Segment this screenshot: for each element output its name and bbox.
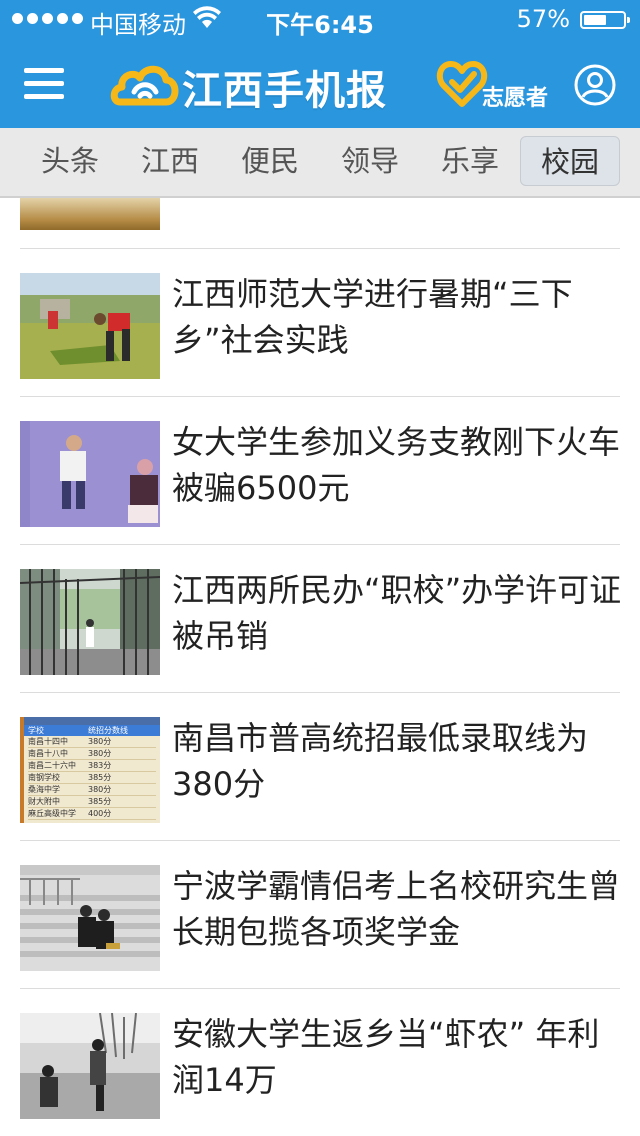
score-table-school: 财大附中 [28, 797, 60, 806]
score-table-score: 383分 [88, 761, 112, 770]
news-list: 江西师范大学进行暑期“三下乡”社会实践 女大学生参加义务支教刚下火车被骗6500… [0, 198, 640, 1136]
score-table-school: 南昌十八中 [28, 749, 68, 758]
score-table-score: 380分 [88, 749, 112, 758]
score-table-row: 财大附中 385分 [28, 796, 156, 808]
category-tabs: 头条 江西 便民 领导 乐享 校园 [0, 128, 640, 198]
news-item[interactable]: 安徽大学生返乡当“虾农” 年利润14万 [0, 989, 640, 1136]
tab-campus[interactable]: 校园 [520, 136, 620, 186]
news-item[interactable]: 江西两所民办“职校”办学许可证被吊销 [0, 545, 640, 693]
status-bar: 中国移动 下午6:45 57% [0, 0, 640, 40]
news-title: 江西两所民办“职校”办学许可证被吊销 [172, 571, 622, 655]
news-title: 安徽大学生返乡当“虾农” 年利润14万 [172, 1015, 600, 1099]
news-title: 女大学生参加义务支教刚下火车被骗6500元 [172, 423, 621, 507]
score-table-header-school: 学校 [28, 726, 44, 735]
score-table-row: 麻丘高级中学 400分 [28, 808, 156, 820]
volunteer-heart-icon [436, 61, 488, 107]
score-table-row: 南昌二十六中 383分 [28, 760, 156, 772]
score-table-row: 桑海中学 380分 [28, 784, 156, 796]
app-header: 江西手机报 志愿者 [0, 40, 640, 128]
news-thumbnail[interactable] [20, 198, 160, 230]
logo-icon [110, 65, 179, 106]
score-table-school: 南钢学校 [28, 773, 60, 782]
tab-leaders[interactable]: 领导 [320, 136, 420, 186]
score-table-score: 385分 [88, 797, 112, 806]
app-logo: 江西手机报 [110, 54, 410, 114]
news-item[interactable]: 女大学生参加义务支教刚下火车被骗6500元 [0, 397, 640, 545]
news-item[interactable]: 江西师范大学进行暑期“三下乡”社会实践 [0, 249, 640, 397]
score-table-school: 南昌二十六中 [28, 761, 76, 770]
score-table-score: 385分 [88, 773, 112, 782]
menu-icon[interactable] [24, 68, 64, 100]
score-table-score: 380分 [88, 737, 112, 746]
score-table-score: 380分 [88, 785, 112, 794]
score-table-school: 麻丘高级中学 [28, 809, 76, 818]
news-thumbnail [20, 1013, 160, 1119]
news-title: 江西师范大学进行暑期“三下乡”社会实践 [172, 275, 573, 359]
score-table-row: 南昌十八中 380分 [28, 748, 156, 760]
news-thumbnail [20, 865, 160, 971]
score-table-header-score: 统招分数线 [88, 726, 128, 735]
news-thumbnail: 学校 统招分数线 南昌十四中 380分 南昌十八中 380分 南昌二十六中 383分 南钢学… [20, 717, 160, 823]
score-table-row: 南钢学校 385分 [28, 772, 156, 784]
news-thumbnail [20, 569, 160, 675]
user-icon[interactable] [574, 64, 616, 106]
tab-headlines[interactable]: 头条 [20, 136, 120, 186]
score-table-score: 400分 [88, 809, 112, 818]
volunteer-button[interactable]: 志愿者 [436, 54, 560, 114]
tab-jiangxi[interactable]: 江西 [120, 136, 220, 186]
news-title: 南昌市普高统招最低录取线为380分 [172, 719, 589, 803]
battery-percent: 57% [516, 5, 570, 33]
news-thumbnail [20, 421, 160, 527]
battery-icon [580, 11, 630, 29]
tab-services[interactable]: 便民 [220, 136, 320, 186]
news-title: 宁波学霸情侣考上名校研究生曾长期包揽各项奖学金 [172, 867, 621, 951]
score-table-row: 南昌十四中 380分 [28, 736, 156, 748]
volunteer-label: 志愿者 [482, 86, 549, 111]
news-thumbnail [20, 273, 160, 379]
score-table-school: 南昌十四中 [28, 737, 68, 746]
news-item[interactable]: 宁波学霸情侣考上名校研究生曾长期包揽各项奖学金 [0, 841, 640, 989]
score-table-school: 桑海中学 [28, 785, 60, 794]
tab-enjoy[interactable]: 乐享 [420, 136, 520, 186]
news-item[interactable]: 学校 统招分数线 南昌十四中 380分 南昌十八中 380分 南昌二十六中 383分 南钢学… [0, 693, 640, 841]
app-title: 江西手机报 [182, 68, 387, 114]
